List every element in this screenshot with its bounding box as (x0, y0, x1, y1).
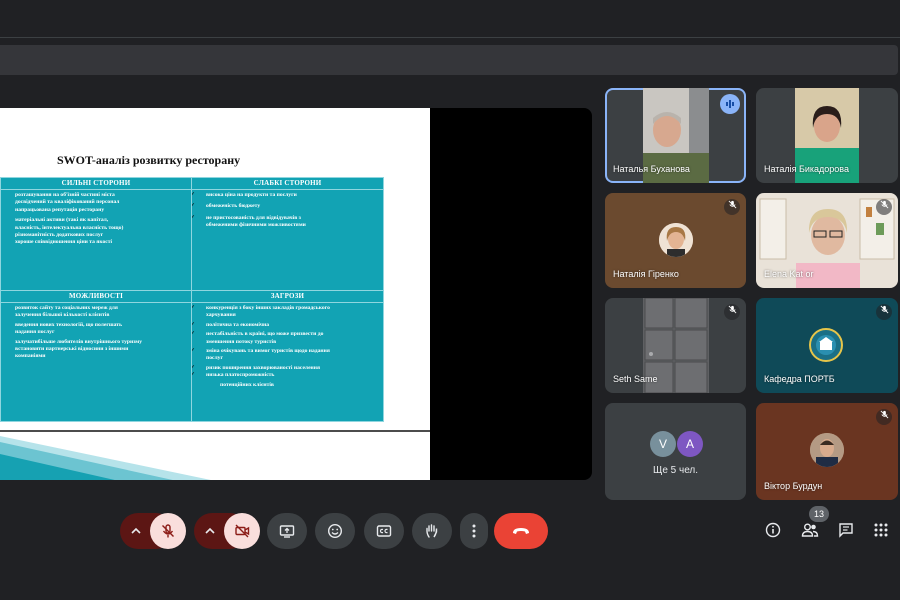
present-button[interactable] (267, 513, 307, 549)
opportunities-list: розвиток сайту та соціальних мереж для з… (1, 303, 191, 361)
list-item: харчування (206, 312, 236, 319)
chevron-up-icon (131, 527, 141, 534)
avatar (659, 223, 693, 257)
apps-icon (874, 523, 888, 537)
list-item: залучення більшої кількості клієнтів (15, 312, 110, 319)
mic-off-icon (724, 199, 740, 215)
list-item: встановити партнерські відносини з іншим… (15, 346, 129, 353)
list-item: ризик поширення захворюваності населення (192, 365, 383, 373)
avatar: V (650, 431, 676, 457)
participant-name: Наталья Буханова (613, 164, 690, 174)
threats-list: конкуренція з боку інших закладів громад… (192, 303, 383, 389)
present-icon (279, 525, 295, 538)
participant-tile[interactable]: Наталья Буханова (605, 88, 746, 183)
participant-name: Віктор Бурдун (764, 481, 823, 491)
participant-tile[interactable]: Seth Same (605, 298, 746, 393)
notification-banner (0, 45, 898, 75)
list-item: конкуренція з боку інших закладів громад… (192, 305, 383, 313)
mic-off-icon (162, 524, 174, 538)
participant-tile[interactable]: Наталія Гіренко (605, 193, 746, 288)
strengths-heading: СИЛЬНІ СТОРОНИ (1, 178, 191, 190)
raise-hand-button[interactable] (412, 513, 452, 549)
chat-button[interactable] (833, 517, 859, 543)
chevron-up-icon (205, 527, 215, 534)
list-item: матеріальні активи (такі як капітал, (15, 217, 109, 224)
captions-button[interactable] (364, 513, 404, 549)
list-item: зміна очікувань та вимог туристів щодо н… (192, 348, 383, 356)
weaknesses-cell: СЛАБКІ СТОРОНИ висока ціна на продукти т… (191, 177, 384, 299)
list-item: висока ціна на продукти та послуги (192, 192, 383, 200)
mic-off-icon (724, 304, 740, 320)
participant-name: Наталія Бикадорова (764, 164, 849, 174)
mic-toggle-button[interactable] (150, 513, 186, 549)
participant-tile[interactable]: Наталія Бикадорова (756, 88, 898, 183)
slide: SWOT-аналіз розвитку ресторану СИЛЬНІ СТ… (0, 108, 430, 480)
list-item: послуг (206, 355, 223, 362)
meeting-info-button[interactable] (760, 517, 786, 543)
emoji-icon (327, 523, 343, 539)
list-item: досвідчений та кваліфікований персонал (15, 199, 120, 206)
reactions-button[interactable] (315, 513, 355, 549)
participant-name: Наталія Гіренко (613, 269, 679, 279)
participant-tile[interactable]: Кафедра ПОРТБ (756, 298, 898, 393)
list-item: обмеженими фізичними можливостями (206, 222, 306, 229)
mic-off-icon (876, 304, 892, 320)
threats-heading: ЗАГРОЗИ (192, 291, 383, 303)
weaknesses-heading: СЛАБКІ СТОРОНИ (192, 178, 383, 190)
list-item: залучатибільше любителів внутрішнього ту… (15, 338, 143, 345)
end-call-icon (513, 528, 529, 534)
list-item: обмеженість бюджету (192, 203, 383, 211)
top-divider (0, 37, 900, 38)
list-item: низька платоспроможність (192, 372, 383, 380)
mic-off-icon (876, 199, 892, 215)
participant-name: Seth Same (613, 374, 658, 384)
more-participants-label: Ще 5 чел. (652, 465, 699, 476)
list-item: напрацьована репутація ресторану (15, 206, 105, 213)
presentation-stage: SWOT-аналіз розвитку ресторану СИЛЬНІ СТ… (0, 108, 592, 480)
list-item: надання послуг (15, 329, 55, 336)
participant-name: Elena Kat or (764, 269, 814, 279)
more-options-button[interactable] (460, 513, 488, 549)
more-icon (472, 524, 476, 538)
strengths-cell: СИЛЬНІ СТОРОНИ розташування на об'їзній … (0, 177, 192, 299)
people-icon (801, 523, 819, 537)
captions-icon (376, 525, 392, 537)
activities-button[interactable] (868, 517, 894, 543)
weaknesses-list: висока ціна на продукти та послуги обмеж… (192, 190, 383, 230)
avatar: A (677, 431, 703, 457)
logo-icon (809, 328, 843, 362)
list-item: нестабільність в країні, що може призвес… (192, 331, 383, 339)
list-item: введення нових технологій, що полегшать (15, 321, 122, 328)
speaking-indicator-icon (720, 94, 740, 114)
chat-icon (839, 523, 853, 538)
list-item: хороше співвідношення ціни та якості (15, 239, 113, 246)
list-item: різноманітність додаткових послуг (15, 232, 104, 239)
camera-toggle-button[interactable] (224, 513, 260, 549)
participant-tile[interactable]: Віктор Бурдун (756, 403, 898, 500)
people-count-badge: 13 (809, 506, 829, 522)
participant-tile[interactable]: Elena Kat or (756, 193, 898, 288)
camera-off-icon (235, 524, 250, 538)
hand-icon (426, 524, 438, 538)
participant-name: Кафедра ПОРТБ (764, 374, 835, 384)
top-bar (0, 0, 900, 37)
more-participants-tile[interactable]: V A Ще 5 чел. (605, 403, 746, 500)
list-item: зменшення потоку туристів (206, 338, 277, 345)
opportunities-cell: МОЖЛИВОСТІ розвиток сайту та соціальних … (0, 290, 192, 422)
strengths-list: розташування на об'їзній частині міста д… (1, 190, 191, 247)
threats-cell: ЗАГРОЗИ конкуренція з боку інших закладі… (191, 290, 384, 422)
mic-off-icon (876, 409, 892, 425)
avatar (810, 433, 844, 467)
opportunities-heading: МОЖЛИВОСТІ (1, 291, 191, 303)
slide-title: SWOT-аналіз розвитку ресторану (57, 153, 241, 167)
info-icon (765, 522, 781, 538)
list-item: потенційних клієнтів (220, 381, 274, 388)
slide-decoration (0, 430, 430, 480)
list-item: власність, інтелектуальна власність тощо… (15, 224, 124, 231)
leave-call-button[interactable] (494, 513, 548, 549)
list-item: політична та економічна (192, 322, 383, 330)
list-item: компаніями (15, 353, 46, 360)
